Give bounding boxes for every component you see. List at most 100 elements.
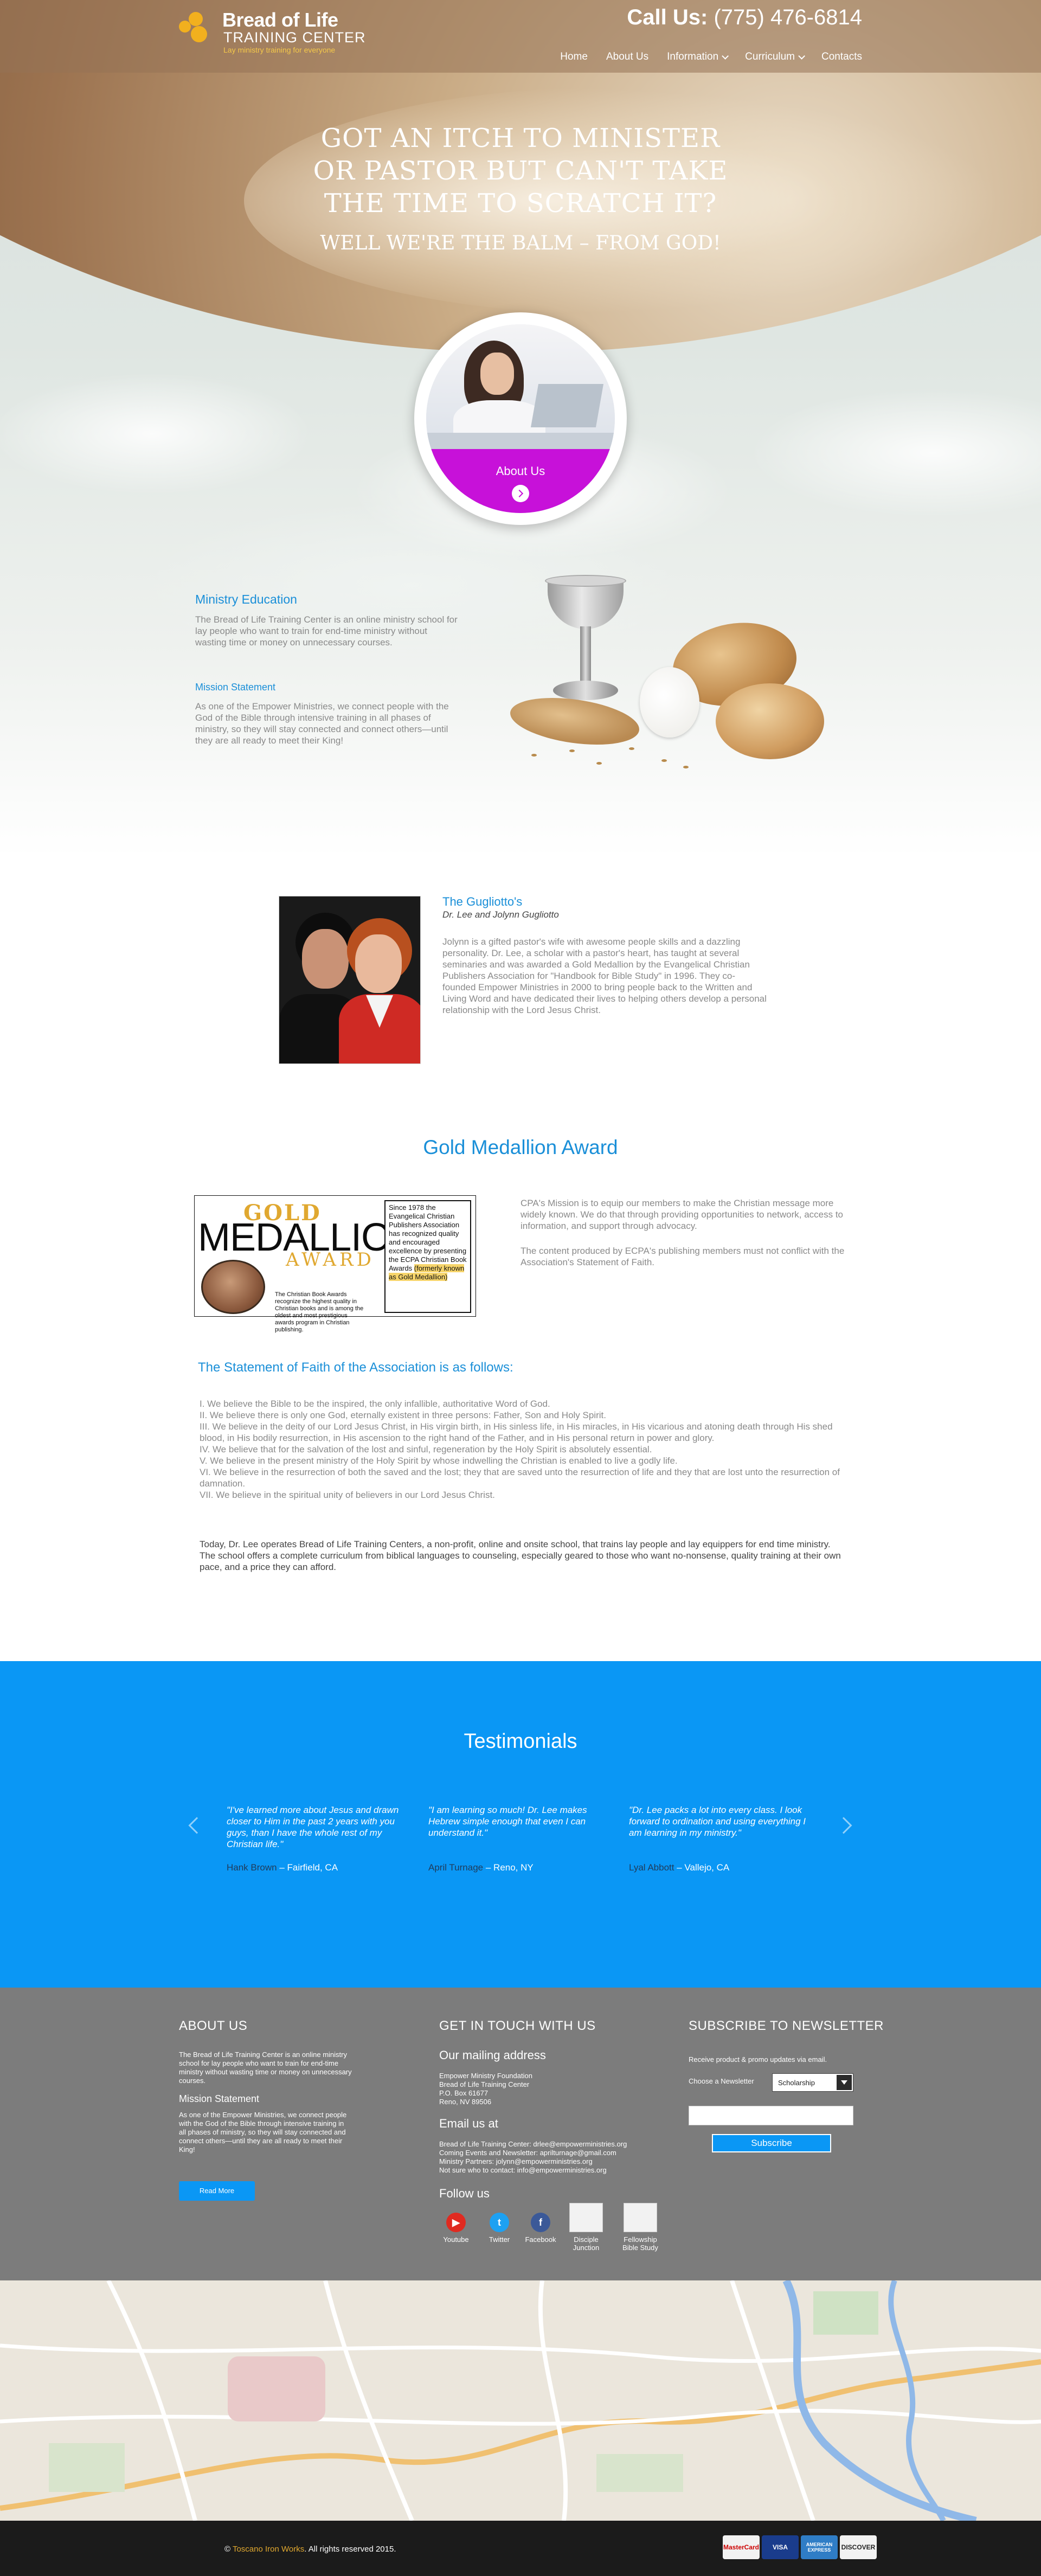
read-more-button[interactable]: Read More [179, 2181, 255, 2201]
email-link[interactable]: Coming Events and Newsletter: aprilturna… [439, 2149, 627, 2157]
footer-about-text: The Bread of Life Training Center is an … [179, 2050, 352, 2085]
about-band [426, 449, 615, 513]
youtube-icon[interactable]: ▶ [446, 2213, 466, 2232]
newsletter-intro: Receive product & promo updates via emai… [689, 2055, 827, 2064]
nav-contacts[interactable]: Contacts [821, 51, 862, 63]
ministry-text: The Bread of Life Training Center is an … [195, 614, 458, 648]
facebook-icon[interactable]: f [531, 2213, 550, 2232]
cpa-mission-text: CPA's Mission is to equip our members to… [520, 1198, 844, 1231]
statement-of-faith-list: I. We believe the Bible to be the inspir… [200, 1398, 845, 1501]
gugliotto-title: The Gugliotto's [442, 895, 523, 908]
footer-contact-heading: GET IN TOUCH WITH US [439, 2018, 596, 2033]
list-item: I. We believe the Bible to be the inspir… [200, 1399, 550, 1409]
mastercard-icon: MasterCard [723, 2535, 760, 2559]
list-item: V. We believe in the present ministry of… [200, 1456, 678, 1466]
gugliotto-text: Jolynn is a gifted pastor's wife with aw… [442, 937, 767, 1015]
phone-number[interactable]: (775) 476-6814 [714, 5, 862, 29]
testimonial-quote: "I am learning so much! Dr. Lee makes He… [428, 1805, 587, 1838]
site-header: Bread of Life TRAINING CENTER Lay minist… [0, 0, 1041, 73]
medal-icon [201, 1260, 265, 1314]
footer-brand-link[interactable]: Toscano Iron Works [233, 2545, 304, 2554]
award-box-text: Since 1978 the Evangelical Christian Pub… [389, 1203, 467, 1272]
mission-text: As one of the Empower Ministries, we con… [195, 701, 449, 746]
main-nav: Home About Us Information Curriculum Con… [560, 51, 862, 63]
footer-mission-heading: Mission Statement [179, 2093, 260, 2104]
list-item: II. We believe there is only one God, et… [200, 1410, 606, 1420]
about-us-circle[interactable]: About Us [414, 312, 627, 525]
cpa-content-text: The content produced by ECPA's publishin… [520, 1246, 845, 1267]
social-disciple-junction[interactable]: Disciple Junction [567, 2203, 605, 2252]
mailing-address: Empower Ministry Foundation Bread of Lif… [439, 2072, 532, 2106]
twitter-icon[interactable]: t [490, 2213, 509, 2232]
gugliotto-subtitle: Dr. Lee and Jolynn Gugliotto [442, 909, 559, 920]
gold-medallion-title: Gold Medallion Award [423, 1136, 618, 1158]
newsletter-choose-label: Choose a Newsletter [689, 2077, 754, 2085]
subscribe-button[interactable]: Subscribe [712, 2134, 831, 2152]
logo-icon[interactable] [179, 11, 217, 43]
ministry-heading: Ministry Education [195, 592, 297, 606]
chevron-down-icon [722, 52, 729, 60]
list-item: III. We believe in the deity of our Lord… [200, 1421, 833, 1443]
mission-heading: Mission Statement [195, 682, 276, 693]
nav-about-us[interactable]: About Us [606, 51, 648, 63]
about-photo [426, 324, 615, 449]
copyright: © Toscano Iron Works. All rights reserve… [224, 2545, 396, 2554]
logo-tagline: Lay ministry training for everyone [223, 46, 336, 54]
social-youtube[interactable]: ▶ Youtube [437, 2213, 475, 2244]
chevron-down-icon [798, 52, 806, 60]
testimonial-quote: "Dr. Lee packs a lot into every class. I… [629, 1805, 806, 1838]
footer-mission-text: As one of the Empower Ministries, we con… [179, 2111, 347, 2154]
footer-about-heading: ABOUT US [179, 2018, 248, 2033]
list-item: IV. We believe that for the salvation of… [200, 1444, 652, 1454]
location-map[interactable] [0, 2280, 1041, 2521]
fellowship-bible-study-icon[interactable] [624, 2203, 657, 2232]
logo-subtitle: TRAINING CENTER [223, 29, 366, 46]
gold-medallion-award-image: GOLD MEDALLION AWARD The Christian Book … [194, 1195, 476, 1333]
call-label: Call Us: [627, 5, 708, 29]
bottom-bar [0, 2521, 1041, 2576]
arrow-right-icon[interactable] [512, 485, 529, 502]
testimonial-author: Lyal Abbott – Vallejo, CA [629, 1862, 730, 1873]
testimonial-quote: "I've learned more about Jesus and drawn… [227, 1805, 399, 1849]
testimonial-author: April Turnage – Reno, NY [428, 1862, 534, 1873]
newsletter-selected: Scholarship [778, 2079, 815, 2087]
call-us: Call Us: (775) 476-6814 [627, 5, 862, 30]
newsletter-email-input[interactable] [689, 2106, 853, 2125]
amex-icon: AMERICAN EXPRESS [801, 2535, 838, 2559]
award-box: Since 1978 the Evangelical Christian Pub… [384, 1200, 471, 1313]
newsletter-select[interactable]: Scholarship [772, 2073, 853, 2092]
about-us-label[interactable]: About Us [426, 464, 615, 478]
communion-image [499, 575, 835, 781]
award-caption: The Christian Book Awards recognize the … [275, 1291, 364, 1333]
list-item: VI. We believe in the resurrection of bo… [200, 1467, 840, 1489]
nav-curriculum[interactable]: Curriculum [745, 51, 806, 63]
email-list: Bread of Life Training Center: drlee@emp… [439, 2140, 627, 2175]
disciple-junction-icon[interactable] [569, 2203, 603, 2232]
social-fellowship-bible-study[interactable]: Fellowship Bible Study [621, 2203, 659, 2252]
logo-title[interactable]: Bread of Life [222, 9, 338, 31]
email-link[interactable]: Not sure who to contact: info@empowermin… [439, 2166, 627, 2175]
testimonial-author: Hank Brown – Fairfield, CA [227, 1862, 338, 1873]
list-item: VII. We believe in the spiritual unity o… [200, 1490, 495, 1500]
map-graphic [0, 2280, 1041, 2521]
nav-information[interactable]: Information [667, 51, 729, 63]
chevron-down-icon[interactable] [837, 2075, 852, 2090]
hero-tagline: WELL WE'RE THE BALM – FROM GOD! [320, 232, 721, 254]
social-twitter[interactable]: t Twitter [480, 2213, 518, 2244]
email-link[interactable]: Ministry Partners: jolynn@empowerministr… [439, 2157, 627, 2166]
award-word: AWARD [286, 1249, 375, 1271]
statement-of-faith-heading: The Statement of Faith of the Associatio… [198, 1360, 513, 1375]
today-text: Today, Dr. Lee operates Bread of Life Tr… [200, 1539, 841, 1572]
social-facebook[interactable]: f Facebook [522, 2213, 560, 2244]
hero-headline: GOT AN ITCH TO MINISTER OR PASTOR BUT CA… [313, 123, 728, 219]
newsletter-heading: SUBSCRIBE TO NEWSLETTER [689, 2018, 884, 2033]
payment-cards: MasterCard VISA AMERICAN EXPRESS DISCOVE… [723, 2535, 877, 2559]
email-link[interactable]: Bread of Life Training Center: drlee@emp… [439, 2140, 627, 2149]
mailing-heading: Our mailing address [439, 2048, 546, 2062]
nav-home[interactable]: Home [560, 51, 588, 63]
visa-icon: VISA [762, 2535, 799, 2559]
gugliotto-portrait [279, 896, 421, 1064]
discover-icon: DISCOVER [840, 2535, 877, 2559]
testimonials-title: Testimonials [464, 1730, 577, 1753]
follow-heading: Follow us [439, 2187, 490, 2200]
